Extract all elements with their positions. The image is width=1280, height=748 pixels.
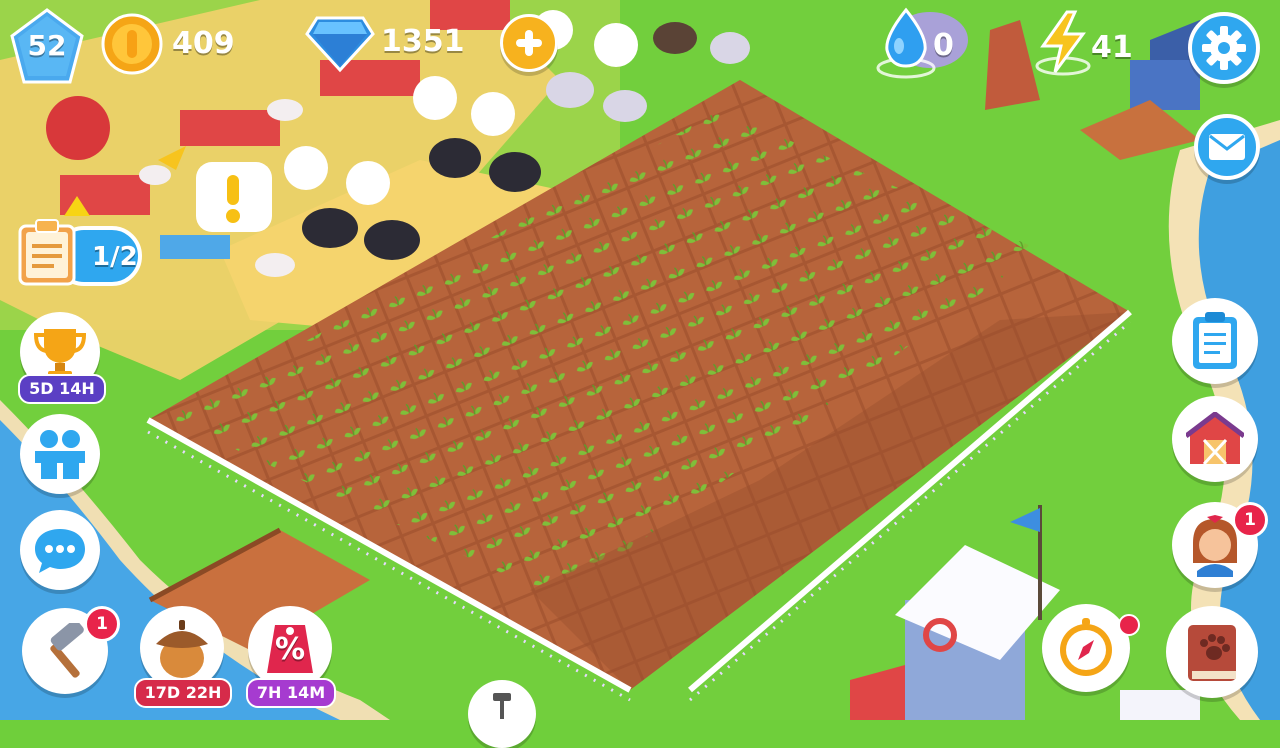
trophy-icon bbox=[34, 329, 86, 377]
compass-button[interactable] bbox=[1042, 604, 1130, 692]
sale-symbol: % bbox=[274, 632, 306, 667]
coin-icon bbox=[101, 13, 163, 75]
build-badge: 1 bbox=[84, 606, 120, 642]
water-drop-icon bbox=[876, 7, 936, 79]
water-value: 0 bbox=[933, 28, 954, 63]
chat-button[interactable] bbox=[20, 510, 100, 590]
gem-value: 1351 bbox=[381, 24, 465, 59]
trophy-event-button[interactable]: 5D 14H bbox=[18, 312, 106, 406]
friends-button[interactable] bbox=[20, 414, 100, 494]
task-alert-icon bbox=[64, 196, 90, 216]
compass-icon bbox=[1060, 618, 1112, 676]
small-hammer-icon bbox=[493, 693, 511, 719]
gem-counter[interactable]: 1351 bbox=[305, 10, 485, 74]
trophy-timer: 5D 14H bbox=[18, 374, 106, 404]
energy-value: 41 bbox=[1091, 30, 1133, 65]
sale-timer: 7H 14M bbox=[246, 678, 336, 708]
chat-icon bbox=[35, 529, 85, 573]
barn-icon bbox=[1186, 412, 1244, 466]
field-build-marker[interactable] bbox=[468, 680, 536, 748]
acorn-event-button[interactable]: 17D 22H bbox=[134, 606, 232, 710]
coin-value: 409 bbox=[172, 26, 235, 61]
compass-notification-dot bbox=[1118, 614, 1140, 636]
level-badge[interactable]: 52 bbox=[10, 8, 84, 86]
gem-icon bbox=[305, 16, 375, 73]
clipboard-icon bbox=[18, 219, 76, 286]
level-value: 52 bbox=[27, 29, 67, 62]
barn-button[interactable] bbox=[1172, 396, 1258, 482]
mail-button[interactable] bbox=[1194, 114, 1260, 180]
sale-offer-button[interactable]: % 7H 14M bbox=[246, 606, 336, 710]
pet-book-button[interactable] bbox=[1166, 606, 1258, 698]
mail-icon bbox=[1209, 134, 1245, 160]
plus-icon bbox=[516, 30, 542, 56]
add-currency-button[interactable] bbox=[500, 14, 558, 72]
energy-counter[interactable]: 41 bbox=[1035, 10, 1145, 80]
acorn-timer: 17D 22H bbox=[134, 678, 232, 708]
gear-icon bbox=[1202, 26, 1246, 70]
orders-board-button[interactable] bbox=[1172, 298, 1258, 384]
clipboard-icon bbox=[1193, 312, 1237, 369]
lightning-icon bbox=[1035, 10, 1091, 76]
character-badge: 1 bbox=[1232, 502, 1268, 538]
paw-book-icon bbox=[1188, 625, 1236, 681]
friends-icon bbox=[35, 430, 85, 479]
water-counter[interactable]: 0 bbox=[875, 6, 985, 86]
coin-counter[interactable]: 409 bbox=[100, 12, 260, 75]
task-board-button[interactable]: 1/2 bbox=[14, 196, 144, 290]
acorn-icon bbox=[156, 620, 208, 678]
task-progress-value: 1/2 bbox=[92, 242, 138, 272]
settings-button[interactable] bbox=[1188, 12, 1260, 84]
